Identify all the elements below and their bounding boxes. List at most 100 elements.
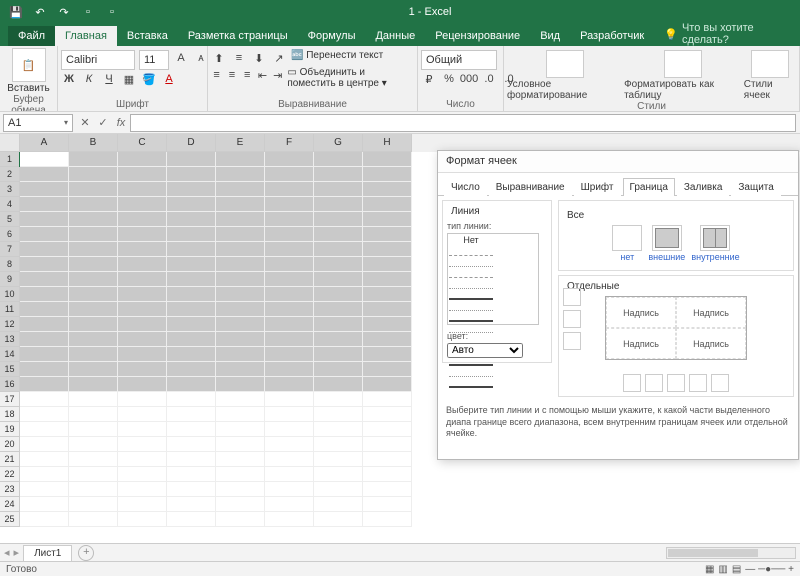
cell[interactable]: [265, 197, 314, 212]
cell[interactable]: [314, 512, 363, 527]
cell[interactable]: [167, 152, 216, 167]
zoom-slider[interactable]: — ─●── +: [745, 564, 794, 575]
add-sheet-button[interactable]: +: [78, 545, 94, 561]
cell[interactable]: [363, 287, 412, 302]
cell[interactable]: [216, 167, 265, 182]
cell[interactable]: [167, 317, 216, 332]
cell[interactable]: [314, 197, 363, 212]
fontsize-select[interactable]: 11: [139, 50, 169, 70]
cell[interactable]: [314, 377, 363, 392]
cell[interactable]: [167, 227, 216, 242]
dlg-tab-border[interactable]: Граница: [623, 178, 675, 196]
cell[interactable]: [314, 347, 363, 362]
percent-icon[interactable]: %: [441, 71, 457, 87]
border-right-btn[interactable]: [689, 374, 707, 392]
cell[interactable]: [69, 422, 118, 437]
cell[interactable]: [118, 452, 167, 467]
cell[interactable]: [69, 452, 118, 467]
cell[interactable]: [265, 182, 314, 197]
row-header[interactable]: 2: [0, 167, 20, 182]
cell[interactable]: [363, 152, 412, 167]
cell[interactable]: [69, 227, 118, 242]
row-header[interactable]: 20: [0, 437, 20, 452]
color-select[interactable]: Авто: [447, 343, 523, 358]
row-header[interactable]: 19: [0, 422, 20, 437]
cell[interactable]: [216, 437, 265, 452]
cell[interactable]: [363, 242, 412, 257]
border-icon[interactable]: ▦: [121, 71, 137, 87]
bold-icon[interactable]: Ж: [61, 71, 77, 87]
numberformat-select[interactable]: Общий: [421, 50, 497, 70]
cell[interactable]: [167, 167, 216, 182]
align-bot-icon[interactable]: ⬇: [251, 50, 267, 66]
cell[interactable]: [314, 257, 363, 272]
cell[interactable]: [20, 257, 69, 272]
preset-inner[interactable]: внутренние: [691, 225, 739, 262]
tab-layout[interactable]: Разметка страницы: [178, 26, 298, 46]
align-right-icon[interactable]: ≡: [242, 67, 253, 83]
row-header[interactable]: 24: [0, 497, 20, 512]
cell[interactable]: [118, 257, 167, 272]
row-header[interactable]: 12: [0, 317, 20, 332]
tab-home[interactable]: Главная: [55, 26, 117, 46]
cell[interactable]: [314, 182, 363, 197]
cell[interactable]: [363, 182, 412, 197]
cell[interactable]: [69, 167, 118, 182]
align-left-icon[interactable]: ≡: [211, 67, 222, 83]
name-box[interactable]: A1▾: [3, 114, 73, 132]
cell[interactable]: [314, 452, 363, 467]
cell[interactable]: [363, 302, 412, 317]
cell[interactable]: [118, 212, 167, 227]
cell[interactable]: [216, 497, 265, 512]
fillcolor-icon[interactable]: 🪣: [141, 71, 157, 87]
cell[interactable]: [69, 332, 118, 347]
cell[interactable]: [20, 452, 69, 467]
row-header[interactable]: 22: [0, 467, 20, 482]
cell[interactable]: [20, 332, 69, 347]
row-header[interactable]: 14: [0, 347, 20, 362]
cell[interactable]: [265, 377, 314, 392]
cell[interactable]: [216, 347, 265, 362]
save-icon[interactable]: 💾: [8, 4, 24, 20]
tab-developer[interactable]: Разработчик: [570, 26, 654, 46]
enter-icon[interactable]: ✓: [94, 114, 112, 132]
row-header[interactable]: 6: [0, 227, 20, 242]
cell[interactable]: [363, 197, 412, 212]
cell[interactable]: [363, 317, 412, 332]
cell[interactable]: [69, 392, 118, 407]
cell[interactable]: [20, 272, 69, 287]
cell[interactable]: [363, 257, 412, 272]
cell[interactable]: [363, 497, 412, 512]
cell[interactable]: [167, 212, 216, 227]
cell[interactable]: [363, 167, 412, 182]
cell[interactable]: [265, 242, 314, 257]
select-all-corner[interactable]: [0, 134, 20, 152]
cell[interactable]: [216, 512, 265, 527]
tab-insert[interactable]: Вставка: [117, 26, 178, 46]
cell[interactable]: [167, 302, 216, 317]
cell[interactable]: [167, 332, 216, 347]
row-header[interactable]: 21: [0, 452, 20, 467]
cell[interactable]: [69, 257, 118, 272]
cell[interactable]: [20, 392, 69, 407]
cell[interactable]: [216, 182, 265, 197]
row-header[interactable]: 4: [0, 197, 20, 212]
cell[interactable]: [69, 377, 118, 392]
cell[interactable]: [265, 407, 314, 422]
line-style-picker[interactable]: Нет: [447, 233, 539, 325]
merge-center[interactable]: ▭ Объединить и поместить в центре ▾: [287, 67, 414, 89]
cell[interactable]: [216, 242, 265, 257]
cell[interactable]: [265, 212, 314, 227]
comma-icon[interactable]: 000: [461, 71, 477, 87]
tab-review[interactable]: Рецензирование: [425, 26, 530, 46]
orientation-icon[interactable]: ↗: [271, 50, 287, 66]
cell[interactable]: [69, 272, 118, 287]
cell[interactable]: [20, 467, 69, 482]
tab-view[interactable]: Вид: [530, 26, 570, 46]
row-header[interactable]: 10: [0, 287, 20, 302]
col-header[interactable]: A: [20, 134, 69, 152]
cell[interactable]: [118, 377, 167, 392]
cell[interactable]: [167, 497, 216, 512]
align-center-icon[interactable]: ≡: [226, 67, 237, 83]
cell[interactable]: [118, 227, 167, 242]
